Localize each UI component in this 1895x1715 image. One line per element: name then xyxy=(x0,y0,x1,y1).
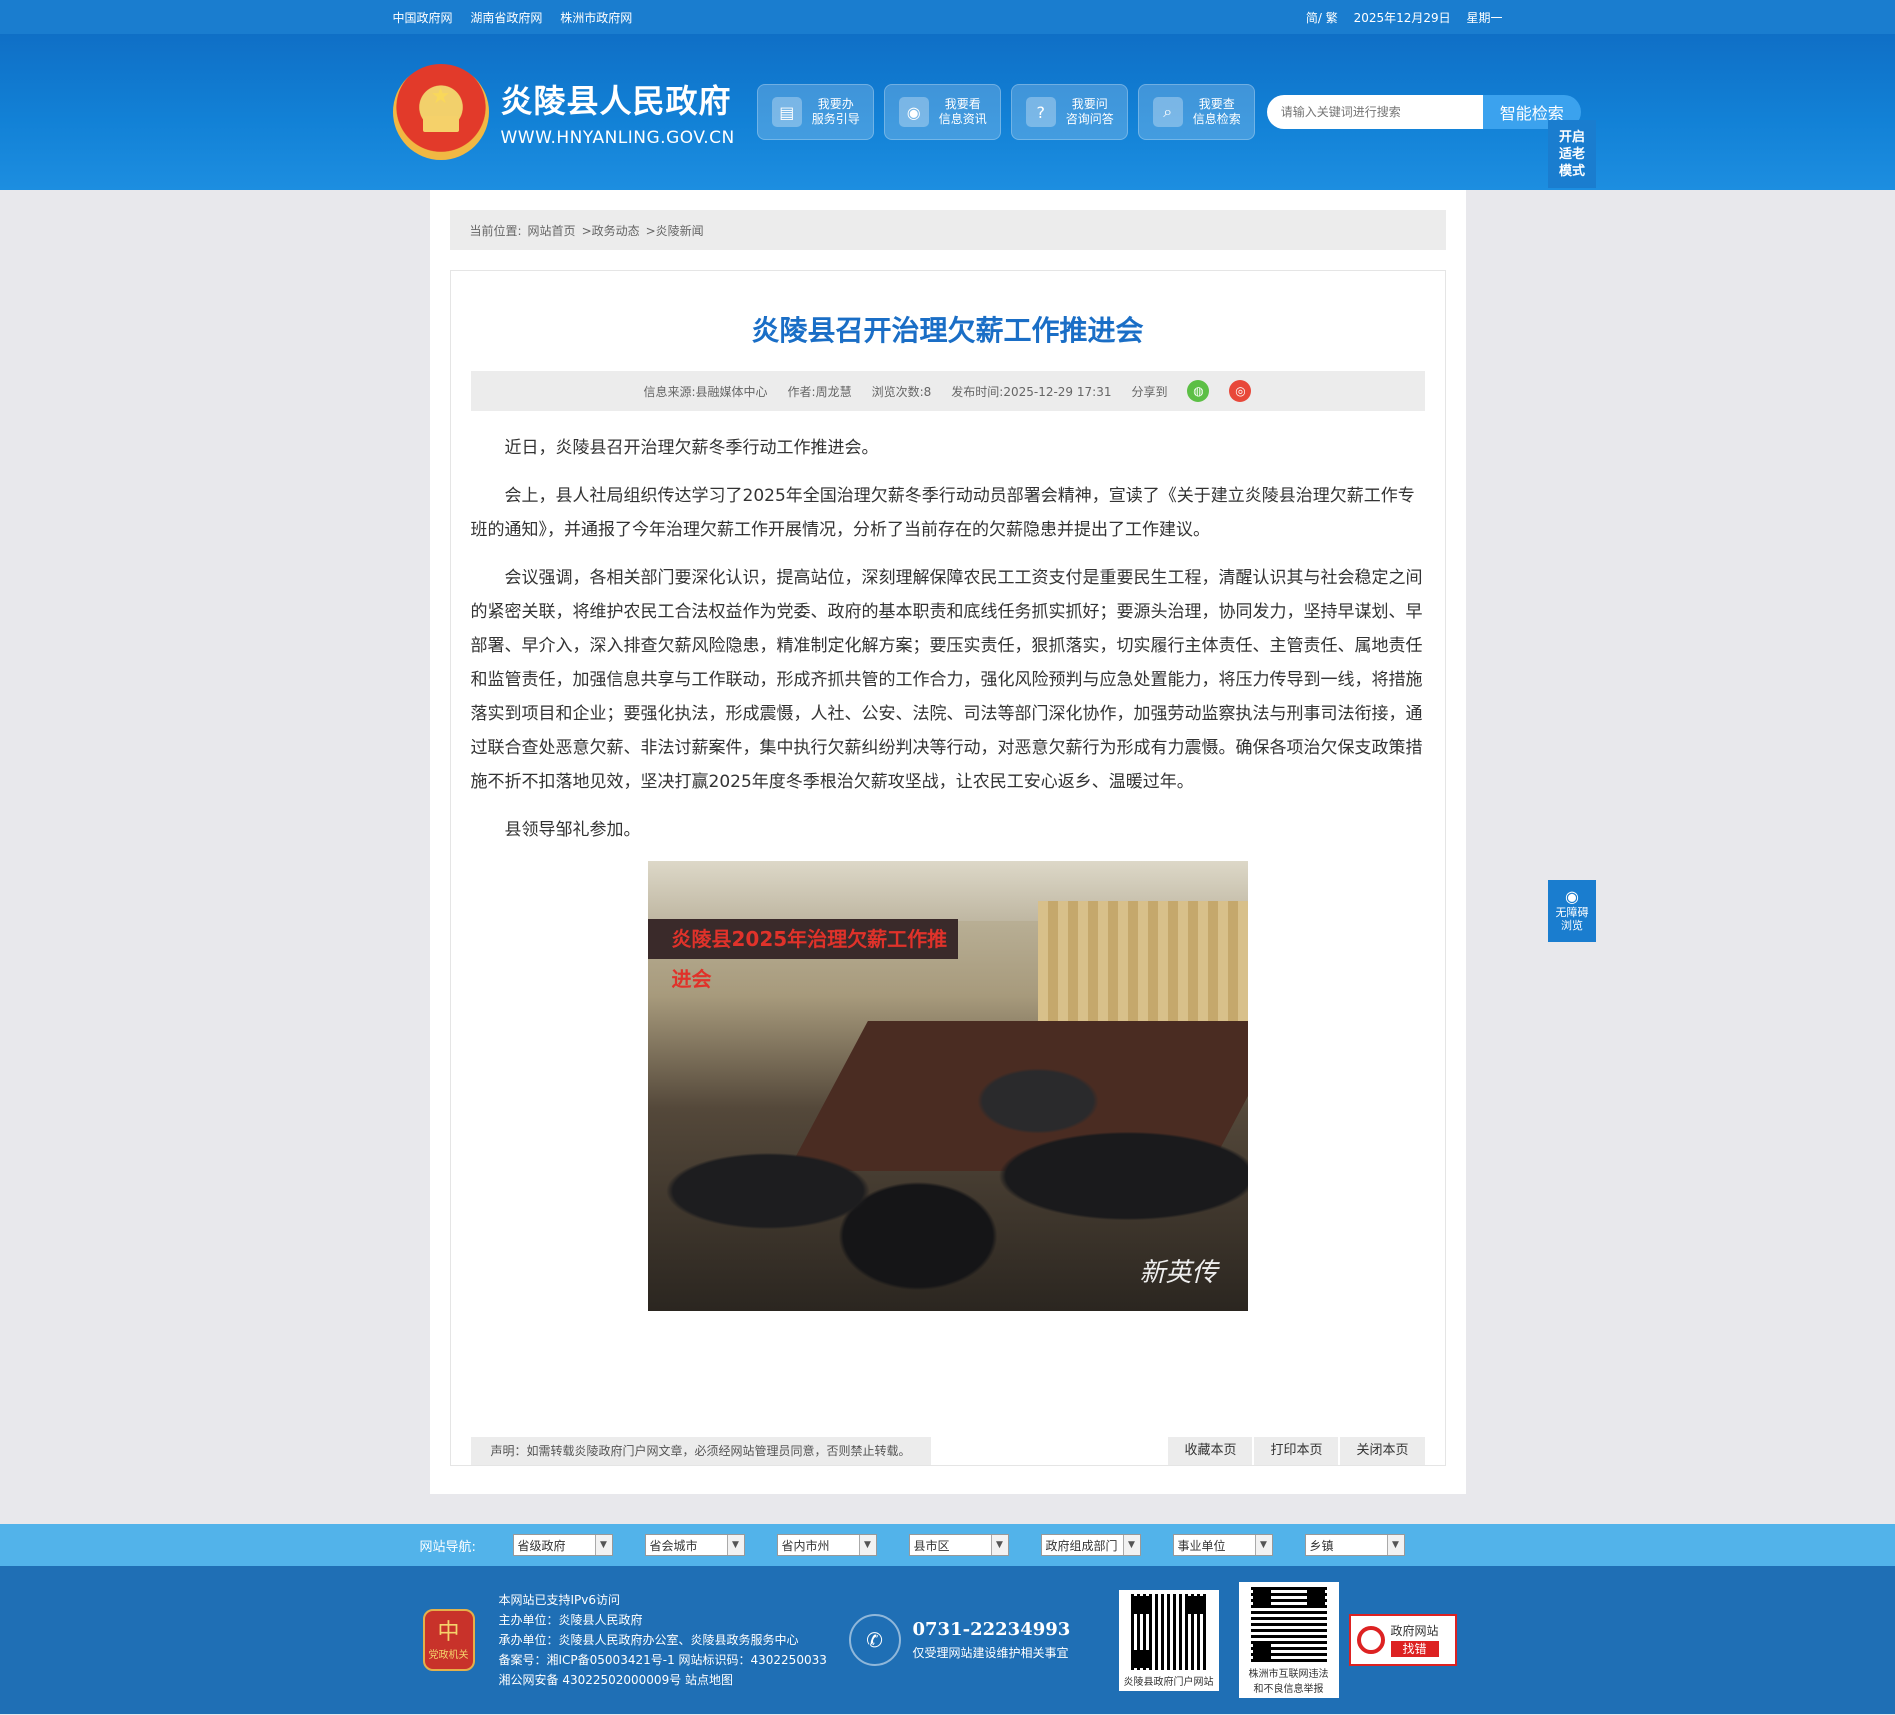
photo-signature: 新英传 xyxy=(1139,1258,1218,1288)
site-header: ★ 炎陵县人民政府 WWW.HNYANLING.GOV.CN ▤ 我要办 服务引导… xyxy=(0,34,1895,190)
quick-link-search[interactable]: ⌕ 我要查 信息检索 xyxy=(1137,84,1255,140)
link-zhuzhou-gov[interactable]: 株洲市政府网 xyxy=(560,11,632,25)
quick-link-services[interactable]: ▤ 我要办 服务引导 xyxy=(756,84,874,140)
paragraph: 县领导邹礼参加。 xyxy=(504,820,641,840)
quick-links: ▤ 我要办 服务引导 ◉ 我要看 信息资讯 ? 我要问 咨询问答 ⌕ 我要查 信息检索 xyxy=(756,84,1265,140)
chevron-down-icon: ▼ xyxy=(1122,1535,1140,1555)
site-url: WWW.HNYANLING.GOV.CN xyxy=(500,128,735,148)
top-bar: 中国政府网 湖南省政府网 株洲市政府网 简/ 繁 2025年12月29日 星期一 xyxy=(0,0,1895,34)
select-provincial-gov[interactable]: 省级政府 ▼ xyxy=(512,1534,613,1556)
eye-icon: ◉ xyxy=(1565,887,1579,906)
select-counties[interactable]: 县市区 ▼ xyxy=(908,1534,1009,1556)
weibo-icon[interactable]: ◎ xyxy=(1229,380,1252,402)
qr-portal: 炎陵县政府门户网站 xyxy=(1118,1589,1219,1691)
chevron-down-icon: ▼ xyxy=(858,1535,876,1555)
phone-number: 0731-22234993 xyxy=(912,1619,1071,1640)
paragraph: 近日，炎陵县召开治理欠薪冬季行动工作推进会。 xyxy=(504,438,879,458)
quick-link-qa[interactable]: ? 我要问 咨询问答 xyxy=(1010,84,1128,140)
repost-notice: 声明：如需转载炎陵政府门户网文章，必须经网站管理员同意，否则禁止转载。 xyxy=(470,1437,931,1465)
select-cities[interactable]: 省内市州 ▼ xyxy=(776,1534,877,1556)
eye-icon: ◉ xyxy=(898,97,929,127)
meta-views: 浏览次数:8 xyxy=(871,384,932,399)
article-title: 炎陵县召开治理欠薪工作推进会 xyxy=(751,314,1144,347)
chevron-down-icon: ▼ xyxy=(726,1535,744,1555)
qr-code-icon xyxy=(1128,1591,1209,1672)
doc-icon: ▤ xyxy=(771,97,802,127)
current-date: 2025年12月29日 xyxy=(1353,10,1451,25)
top-right: 简/ 繁 2025年12月29日 星期一 xyxy=(1294,9,1503,26)
article-meta: 信息来源:县融媒体中心 作者:周龙慧 浏览次数:8 发布时间:2025-12-2… xyxy=(470,371,1425,411)
national-emblem-icon: ★ xyxy=(392,64,489,160)
site-name: 炎陵县人民政府 xyxy=(500,82,732,120)
meta-source: 信息来源:县融媒体中心 xyxy=(643,384,768,399)
qr-report: 株洲市互联网违法 和不良信息举报 xyxy=(1238,1582,1339,1698)
accessibility-button[interactable]: ◉ 无障碍 浏览 xyxy=(1548,880,1596,942)
chevron-down-icon: ▼ xyxy=(990,1535,1008,1555)
article-photo: 炎陵县2025年治理欠薪工作推进会 新英传 xyxy=(647,861,1248,1311)
search-input[interactable] xyxy=(1266,95,1483,129)
select-towns[interactable]: 乡镇 ▼ xyxy=(1304,1534,1405,1556)
link-gov-cn[interactable]: 中国政府网 xyxy=(393,11,453,25)
print-button[interactable]: 打印本页 xyxy=(1254,1437,1339,1465)
link-hunan-gov[interactable]: 湖南省政府网 xyxy=(470,11,542,25)
select-provincial-capitals[interactable]: 省会城市 ▼ xyxy=(644,1534,745,1556)
close-page-button[interactable]: 关闭本页 xyxy=(1340,1437,1425,1465)
breadcrumb-label: 当前位置: xyxy=(469,223,522,238)
search-icon: ⌕ xyxy=(1152,97,1183,127)
current-weekday: 星期一 xyxy=(1466,10,1503,25)
paragraph: 会上，县人社局组织传达学习了2025年全国治理欠薪冬季行动动员部署会精神，宣读了… xyxy=(470,486,1415,540)
paragraph: 会议强调，各相关部门要深化认识，提高站位，深刻理解保障农民工工资支付是重要民生工… xyxy=(470,568,1423,792)
chevron-down-icon: ▼ xyxy=(1386,1535,1404,1555)
lang-toggle[interactable]: 简/ 繁 xyxy=(1306,11,1338,25)
share-label: 分享到 xyxy=(1131,384,1168,399)
footer-security-line[interactable]: 湘公网安备 43022502000009号 站点地图 xyxy=(499,1670,849,1690)
select-institutions[interactable]: 事业单位 ▼ xyxy=(1172,1534,1273,1556)
footer: 中 党政机关 本网站已支持IPv6访问 主办单位：炎陵县人民政府 承办单位：炎陵… xyxy=(0,1566,1895,1714)
breadcrumb-home[interactable]: 网站首页 xyxy=(528,222,576,239)
magnifier-icon xyxy=(1356,1626,1385,1654)
wechat-icon[interactable]: ◍ xyxy=(1187,380,1210,402)
site-logo[interactable]: 炎陵县人民政府 WWW.HNYANLING.GOV.CN xyxy=(501,76,735,148)
select-gov-departments[interactable]: 政府组成部门 ▼ xyxy=(1040,1534,1141,1556)
breadcrumb-news[interactable]: >炎陵新闻 xyxy=(646,222,704,239)
breadcrumb-politics[interactable]: >政务动态 xyxy=(582,222,640,239)
chevron-down-icon: ▼ xyxy=(594,1535,612,1555)
top-links: 中国政府网 湖南省政府网 株洲市政府网 xyxy=(393,9,647,26)
meta-author: 作者:周龙慧 xyxy=(787,384,852,399)
phone-note: 仅受理网站建设维护相关事宜 xyxy=(912,1646,1069,1660)
main-content: 当前位置: 网站首页 >政务动态 >炎陵新闻 炎陵县召开治理欠薪工作推进会 信息… xyxy=(429,190,1466,1494)
bookmark-button[interactable]: 收藏本页 xyxy=(1168,1437,1253,1465)
gov-site-error-report[interactable]: 政府网站 找错 xyxy=(1348,1614,1457,1666)
site-nav-label: 网站导航: xyxy=(419,1539,476,1555)
question-icon: ? xyxy=(1025,97,1056,127)
quick-link-info[interactable]: ◉ 我要看 信息资讯 xyxy=(883,84,1001,140)
footer-info: 本网站已支持IPv6访问 主办单位：炎陵县人民政府 承办单位：炎陵县人民政府办公… xyxy=(499,1590,849,1690)
chevron-down-icon: ▼ xyxy=(1254,1535,1272,1555)
article: 炎陵县召开治理欠薪工作推进会 信息来源:县融媒体中心 作者:周龙慧 浏览次数:8… xyxy=(449,270,1446,1466)
site-nav: 网站导航: 省级政府 ▼ 省会城市 ▼ 省内市州 ▼ 县市区 ▼ 政府组成部门 ▼ 事业单… xyxy=(0,1524,1895,1566)
page-actions: 收藏本页 打印本页 关闭本页 xyxy=(1166,1437,1425,1465)
meta-published: 发布时间:2025-12-29 17:31 xyxy=(951,384,1112,399)
elder-mode-button[interactable]: 开启 适老 模式 xyxy=(1548,120,1596,188)
breadcrumb: 当前位置: 网站首页 >政务动态 >炎陵新闻 xyxy=(449,210,1446,250)
party-gov-badge-icon[interactable]: 中 党政机关 xyxy=(422,1609,475,1671)
article-body: 近日，炎陵县召开治理欠薪冬季行动工作推进会。 会上，县人社局组织传达学习了202… xyxy=(471,431,1425,847)
photo-banner: 炎陵县2025年治理欠薪工作推进会 xyxy=(647,919,958,991)
qr-code-icon xyxy=(1248,1584,1329,1664)
footer-phone: ✆ 0731-22234993 仅受理网站建设维护相关事宜 xyxy=(848,1614,1099,1666)
search-box: 智能检索 xyxy=(1266,95,1581,129)
phone-icon: ✆ xyxy=(848,1614,901,1666)
